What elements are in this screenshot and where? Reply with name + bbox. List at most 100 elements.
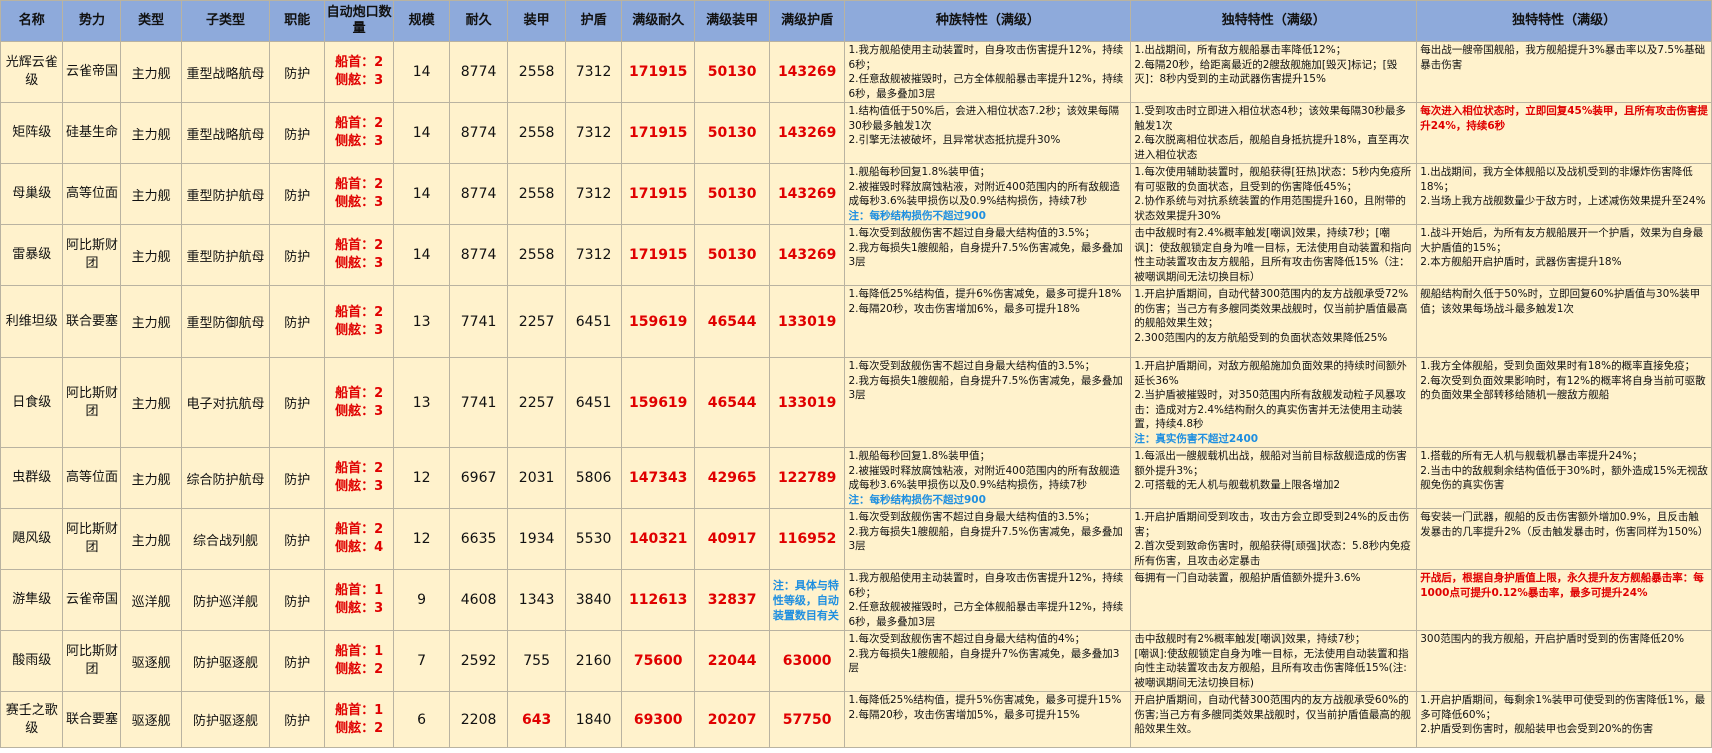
unique-trait-2-line: 2.当击中的敌舰剩余结构值低于30%时，额外造成15%无视敌舰免伤的真实伤害 — [1420, 464, 1708, 492]
ship-name: 飓风级 — [0, 508, 64, 570]
scale: 9 — [393, 569, 451, 631]
unique-trait-1-line: 击中敌舰时有2%概率触发[嘲讽]效果，持续7秒； — [1134, 633, 1366, 645]
ship-subtype: 防护驱逐舰 — [180, 691, 271, 748]
unique-trait-1-line: 1.每派出一艘舰载机出战，舰船对当前目标敌舰造成的伤害额外提升3%； — [1134, 450, 1407, 477]
table-row: 雷暴级 阿比斯财团 主力舰 重型防护航母 防护 船首：2 侧舷：3 14 8774 2558 731… — [0, 224, 1712, 286]
column-header: 职能 — [269, 0, 326, 42]
race-trait: 1.每降低25%结构值，提升6%伤害减免，最多可提升18% 2.每隔20秒，攻击伤… — [844, 285, 1132, 358]
ship-role: 防护 — [269, 285, 326, 358]
race-trait: 1.每次受到敌舰伤害不超过自身最大结构值的4%； 2.我方每损失1艘舰船，自身提升… — [844, 630, 1132, 692]
faction: 阿比斯财团 — [62, 630, 122, 692]
max-shield: 143269 — [768, 163, 846, 225]
armor: 2257 — [507, 357, 567, 448]
scale: 7 — [393, 630, 451, 692]
race-trait-line: 2.任意敌舰被摧毁时，己方全体舰船暴击率提升12%，持续6秒，最多叠加3层 — [848, 73, 1124, 100]
max-durability: 171915 — [620, 163, 696, 225]
armor: 2031 — [507, 447, 567, 509]
scale: 14 — [393, 163, 451, 225]
scale: 13 — [393, 357, 451, 448]
race-trait: 1.每降低25%结构值，提升5%伤害减免，最多可提升15% 2.每隔20秒，攻击伤… — [844, 691, 1132, 748]
race-trait-line: 2.我方每损失1艘舰船，自身提升7.5%伤害减免，最多叠加3层 — [848, 241, 1123, 269]
max-armor: 50130 — [694, 102, 770, 164]
unique-trait-2: 舰船结构耐久低于50%时，立即回复60%护盾值与30%装甲值；该效果每场战斗最多… — [1416, 285, 1712, 358]
auto-guns: 船首：2 侧舷：3 — [324, 447, 395, 509]
ship-subtype: 综合战列舰 — [180, 508, 271, 570]
shield: 7312 — [565, 224, 622, 286]
shield: 6451 — [565, 285, 622, 358]
ship-name: 雷暴级 — [0, 224, 64, 286]
faction: 阿比斯财团 — [62, 508, 122, 570]
column-header: 类型 — [120, 0, 182, 42]
ship-type: 驱逐舰 — [120, 630, 182, 692]
column-header: 满级耐久 — [620, 0, 696, 42]
column-header: 装甲 — [507, 0, 567, 42]
ship-subtype: 电子对抗航母 — [180, 357, 271, 448]
unique-trait-1-line: 1.开启护盾期间，对敌方舰船施加负面效果的持续时间额外延长36% — [1134, 360, 1407, 387]
ship-name: 赛壬之歌级 — [0, 691, 64, 748]
armor: 2257 — [507, 285, 567, 358]
durability: 7741 — [449, 285, 509, 358]
ship-role: 防护 — [269, 102, 326, 164]
unique-trait-2-line: 舰船结构耐久低于50%时，立即回复60%护盾值与30%装甲值；该效果每场战斗最多… — [1420, 288, 1701, 315]
faction: 阿比斯财团 — [62, 224, 122, 286]
unique-trait-1-line: 1.开启护盾期间，自动代替300范围内的友方战舰承受72%的伤害；当己方有多艘同… — [1134, 288, 1409, 329]
ship-type: 主力舰 — [120, 447, 182, 509]
auto-guns: 船首：2 侧舷：3 — [324, 102, 395, 164]
guns-side: 侧舷：3 — [335, 134, 384, 149]
unique-trait-2-line: 2.本方舰船开启护盾时，武器伤害提升18% — [1420, 256, 1622, 268]
max-durability: 171915 — [620, 102, 696, 164]
faction: 高等位面 — [62, 447, 122, 509]
shield: 7312 — [565, 102, 622, 164]
ship-type: 主力舰 — [120, 102, 182, 164]
table-row: 利维坦级 联合要塞 主力舰 重型防御航母 防护 船首：2 侧舷：3 13 7741 2257 645… — [0, 285, 1712, 358]
unique-trait-2-line: 每次进入相位状态时，立即回复45%装甲，且所有攻击伤害提升24%，持续6秒 — [1420, 105, 1708, 132]
ship-name: 光辉云雀级 — [0, 41, 64, 103]
unique-trait-2-line: 1.战斗开始后，为所有友方舰船展开一个护盾，效果为自身最大护盾值的15%； — [1420, 227, 1704, 254]
unique-trait-2-line: 每出战一艘帝国舰船，我方舰船提升3%暴击率以及7.5%基础暴击伤害 — [1420, 44, 1706, 71]
shield: 5806 — [565, 447, 622, 509]
unique-trait-2-line: 1.出战期间，我方全体舰船以及战机受到的非爆炸伤害降低18%； — [1420, 166, 1693, 193]
guns-bow: 船首：2 — [335, 304, 384, 320]
unique-trait-2: 1.战斗开始后，为所有友方舰船展开一个护盾，效果为自身最大护盾值的15%； 2.本… — [1416, 224, 1712, 286]
unique-trait-1: 击中敌舰时有2%概率触发[嘲讽]效果，持续7秒； [嘲讽]:使敌舰锁定自身为唯一目… — [1130, 630, 1418, 692]
ship-type: 主力舰 — [120, 285, 182, 358]
ship-role: 防护 — [269, 224, 326, 286]
auto-guns: 船首：2 侧舷：3 — [324, 41, 395, 103]
unique-trait-1-line: 1.每次使用辅助装置时，舰船获得[狂热]状态：5秒内免疫所有可驱散的负面状态，且… — [1134, 166, 1412, 193]
scale: 12 — [393, 447, 451, 509]
max-armor: 22044 — [694, 630, 770, 692]
unique-trait-1: 1.每派出一艘舰载机出战，舰船对当前目标敌舰造成的伤害额外提升3%； 2.可搭载的… — [1130, 447, 1418, 509]
auto-guns: 船首：2 侧舷：3 — [324, 163, 395, 225]
shield: 5530 — [565, 508, 622, 570]
max-shield: 122789 — [768, 447, 846, 509]
faction: 阿比斯财团 — [62, 357, 122, 448]
unique-trait-1-line: 1.受到攻击时立即进入相位状态4秒；该效果每隔30秒最多触发1次 — [1134, 105, 1406, 132]
race-trait: 1.舰船每秒回复1.8%装甲值； 2.被摧毁时释放腐蚀粘液，对附近400范围内的所… — [844, 447, 1132, 509]
column-header: 名称 — [0, 0, 64, 42]
race-trait-line: 1.我方舰船使用主动装置时，自身攻击伤害提升12%，持续6秒； — [848, 572, 1124, 599]
max-durability: 159619 — [620, 357, 696, 448]
auto-guns: 船首：2 侧舷：3 — [324, 224, 395, 286]
max-durability: 171915 — [620, 41, 696, 103]
race-trait: 1.舰船每秒回复1.8%装甲值； 2.被摧毁时释放腐蚀粘液，对附近400范围内的所… — [844, 163, 1132, 225]
max-shield: 116952 — [768, 508, 846, 570]
max-shield: 133019 — [768, 285, 846, 358]
race-trait: 1.每次受到敌舰伤害不超过自身最大结构值的3.5%； 2.我方每损失1艘舰船，自身… — [844, 224, 1132, 286]
max-shield: 57750 — [768, 691, 846, 748]
race-trait-line: 2.我方每损失1艘舰船，自身提升7.5%伤害减免，最多叠加3层 — [848, 374, 1123, 402]
armor: 755 — [507, 630, 567, 692]
max-shield: 143269 — [768, 102, 846, 164]
max-shield-note: 注：具体与特性等级，自动装置数目有关 — [768, 569, 846, 631]
guns-side: 侧舷：3 — [335, 195, 384, 210]
unique-trait-1-line: [嘲讽]:使敌舰锁定自身为唯一目标，无法使用自动装置和指向性主动装置攻击友方舰船… — [1134, 647, 1409, 689]
max-armor: 50130 — [694, 163, 770, 225]
table-row: 母巢级 高等位面 主力舰 重型防护航母 防护 船首：2 侧舷：3 14 8774 2558 7312… — [0, 163, 1712, 225]
unique-trait-2-line: 每安装一门武器，舰船的反击伤害额外增加0.9%，且反击触发暴击的几率提升2%（反… — [1420, 511, 1709, 538]
auto-guns: 船首：1 侧舷：2 — [324, 630, 395, 692]
unique-trait-2: 1.我方全体舰船，受到负面效果时有18%的概率直接免疫； 2.每次受到负面效果影响… — [1416, 357, 1712, 448]
ship-role: 防护 — [269, 41, 326, 103]
race-trait-line: 2.我方每损失1艘舰船，自身提升7%伤害减免，最多叠加3层 — [848, 647, 1120, 675]
unique-trait-1: 1.开启护盾期间，自动代替300范围内的友方战舰承受72%的伤害；当己方有多艘同… — [1130, 285, 1418, 358]
unique-trait-1: 击中敌舰时有2.4%概率触发[嘲讽]效果，持续7秒；[嘲讽]：使敌舰锁定自身为唯… — [1130, 224, 1418, 286]
unique-trait-1: 每拥有一门自动装置，舰船护盾值额外提升3.6% — [1130, 569, 1418, 631]
